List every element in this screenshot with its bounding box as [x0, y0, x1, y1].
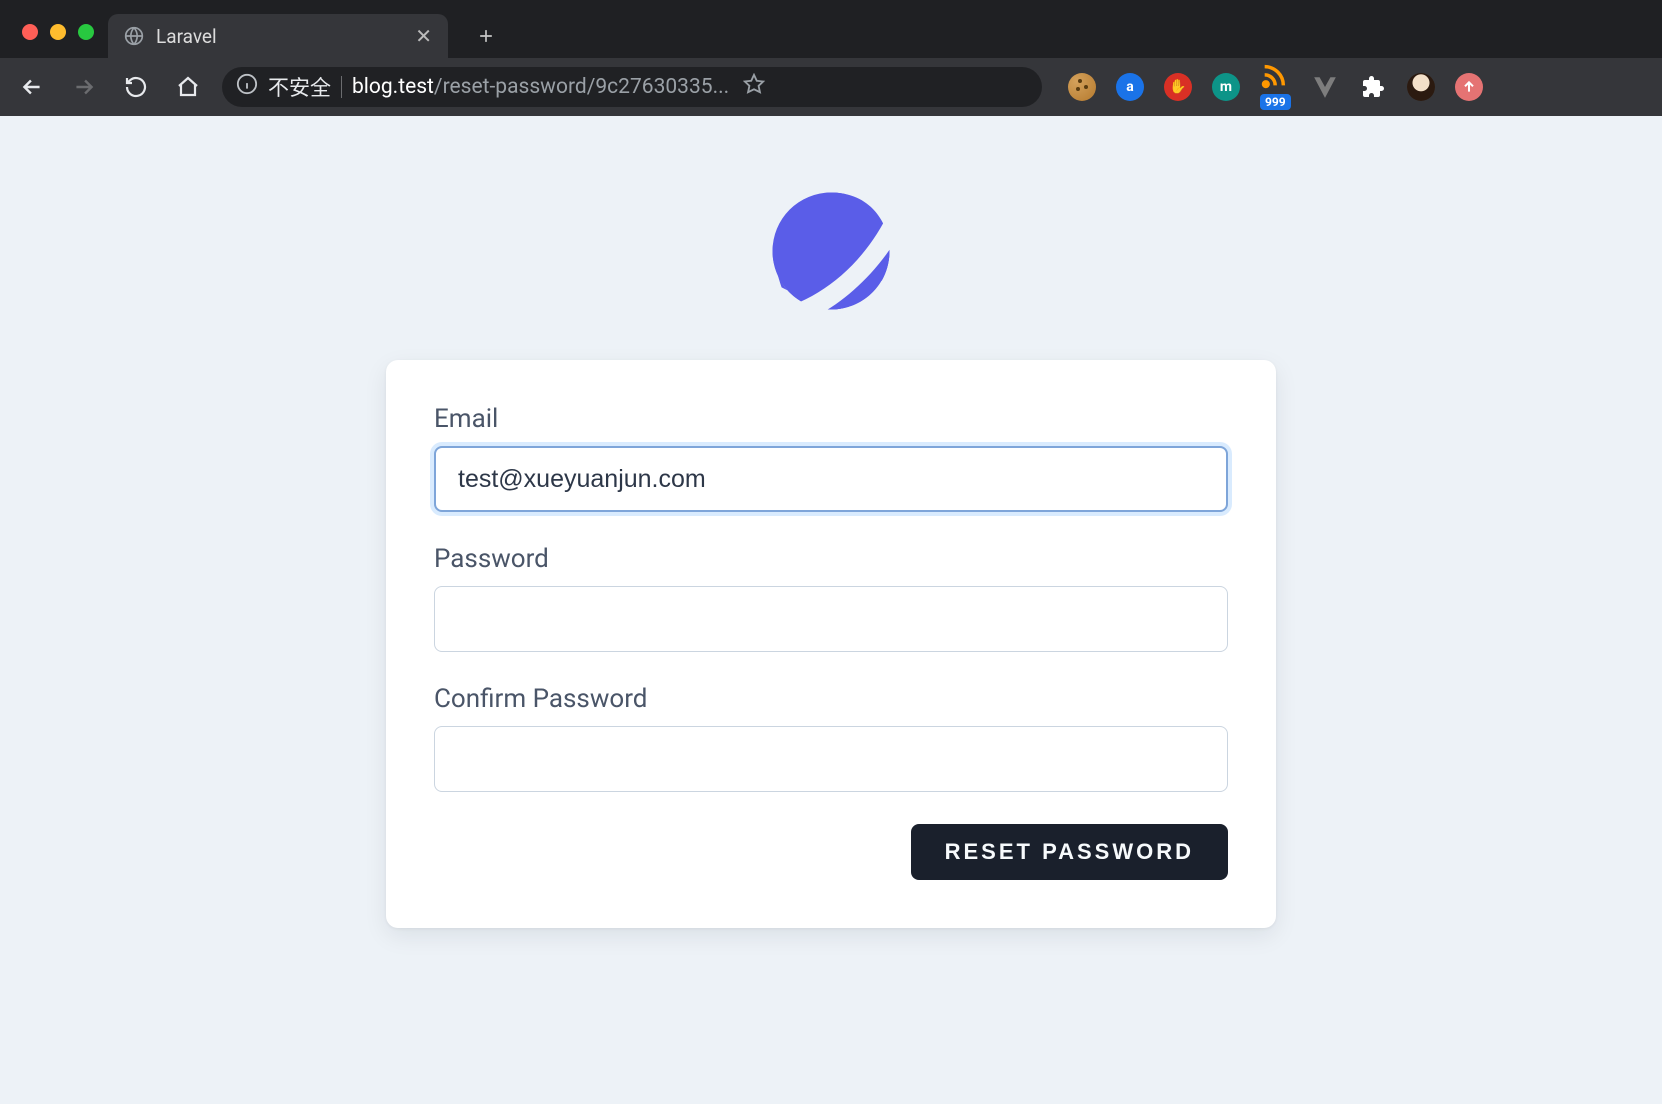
- content-wrap: Email Password Confirm Password RESET PA…: [0, 116, 1662, 928]
- update-available-icon[interactable]: [1455, 73, 1483, 101]
- a-extension-icon[interactable]: a: [1116, 73, 1144, 101]
- not-secure-label: 不安全: [268, 72, 331, 102]
- forward-button[interactable]: [66, 69, 102, 105]
- confirm-password-input[interactable]: [434, 726, 1228, 792]
- url-host: blog.test: [352, 75, 434, 99]
- ublock-extension-icon[interactable]: ✋: [1164, 73, 1192, 101]
- globe-icon: [124, 26, 144, 46]
- browser-tab[interactable]: Laravel ✕: [108, 14, 448, 58]
- password-group: Password: [434, 544, 1228, 652]
- confirm-password-group: Confirm Password: [434, 684, 1228, 792]
- vue-extension-icon[interactable]: [1311, 73, 1339, 101]
- separator: [341, 76, 342, 98]
- page-body: Email Password Confirm Password RESET PA…: [0, 116, 1662, 1104]
- password-input[interactable]: [434, 586, 1228, 652]
- url-text: blog.test/reset-password/9c27630335...: [352, 75, 729, 99]
- m-extension-icon[interactable]: m: [1212, 73, 1240, 101]
- cookie-extension-icon[interactable]: [1068, 73, 1096, 101]
- window-controls: [12, 24, 108, 58]
- app-logo: [766, 186, 896, 316]
- tab-title: Laravel: [156, 25, 403, 48]
- reset-password-button[interactable]: RESET PASSWORD: [911, 824, 1228, 880]
- confirm-password-label: Confirm Password: [434, 684, 1228, 714]
- reload-button[interactable]: [118, 69, 154, 105]
- password-label: Password: [434, 544, 1228, 574]
- window-close-dot[interactable]: [22, 24, 38, 40]
- bookmark-icon[interactable]: [743, 73, 765, 101]
- info-icon[interactable]: [236, 73, 258, 101]
- window-maximize-dot[interactable]: [78, 24, 94, 40]
- profile-avatar-icon[interactable]: [1407, 73, 1435, 101]
- home-button[interactable]: [170, 69, 206, 105]
- browser-chrome: Laravel ✕ 不安全 blog.test/reset-password/9: [0, 0, 1662, 116]
- email-input[interactable]: [434, 446, 1228, 512]
- close-tab-icon[interactable]: ✕: [415, 24, 432, 48]
- back-button[interactable]: [14, 69, 50, 105]
- reset-password-card: Email Password Confirm Password RESET PA…: [386, 360, 1276, 928]
- email-label: Email: [434, 404, 1228, 434]
- form-actions: RESET PASSWORD: [434, 824, 1228, 880]
- email-group: Email: [434, 404, 1228, 512]
- extension-badge: 999: [1260, 94, 1291, 110]
- extensions-menu-icon[interactable]: [1359, 73, 1387, 101]
- url-path: /reset-password/9c27630335...: [434, 75, 729, 99]
- address-bar[interactable]: 不安全 blog.test/reset-password/9c27630335.…: [222, 67, 1042, 107]
- window-minimize-dot[interactable]: [50, 24, 66, 40]
- extensions: a ✋ m 999: [1068, 62, 1483, 112]
- new-tab-button[interactable]: [466, 16, 506, 56]
- rss-extension-icon[interactable]: 999: [1260, 62, 1291, 112]
- toolbar: 不安全 blog.test/reset-password/9c27630335.…: [0, 58, 1662, 116]
- tab-strip: Laravel ✕: [0, 0, 1662, 58]
